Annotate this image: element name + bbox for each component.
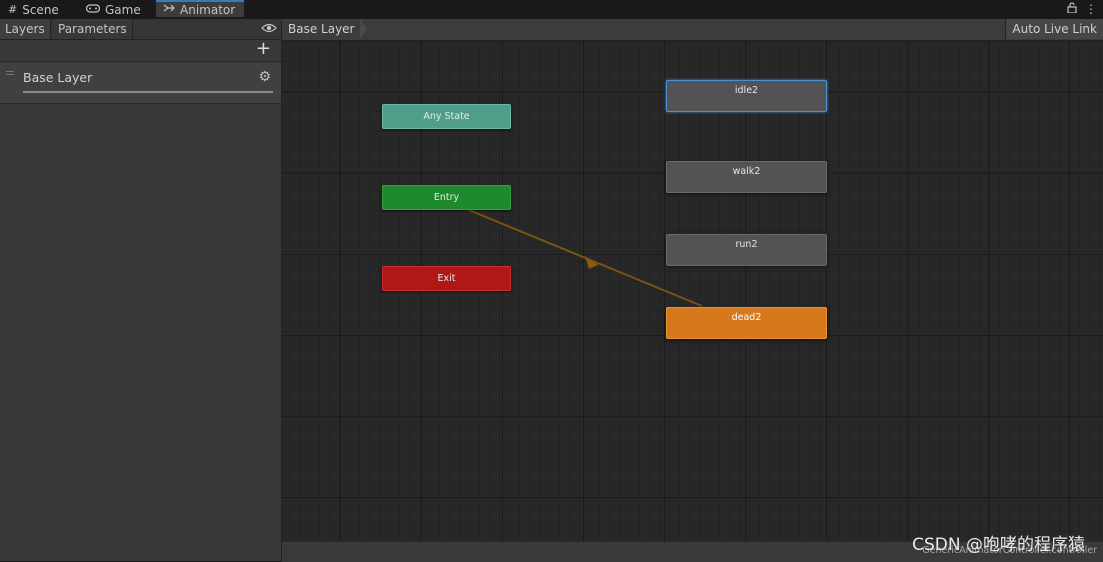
state-walk2[interactable]: walk2 xyxy=(666,161,827,193)
grid-icon: # xyxy=(8,3,18,16)
state-idle2[interactable]: idle2 xyxy=(666,80,827,112)
tab-game-label: Game xyxy=(105,2,141,17)
gear-icon[interactable]: ⚙ xyxy=(258,69,271,85)
eye-icon[interactable] xyxy=(261,22,277,36)
add-layer-button[interactable]: + xyxy=(256,39,271,59)
window-tools: ⋮ xyxy=(1067,2,1097,16)
exit-node[interactable]: Exit xyxy=(382,266,511,291)
tab-layers[interactable]: Layers xyxy=(0,19,51,39)
tab-game[interactable]: Game xyxy=(85,0,141,19)
lock-icon[interactable] xyxy=(1067,2,1077,16)
animator-graph[interactable]: Any State Entry Exit idle2 walk2 run2 de… xyxy=(282,19,1103,561)
animator-icon xyxy=(163,3,175,16)
layer-name: Base Layer xyxy=(23,70,93,85)
tab-parameters[interactable]: Parameters xyxy=(53,19,133,39)
tab-scene-label: Scene xyxy=(22,2,59,17)
state-idle2-label: idle2 xyxy=(734,85,759,96)
drag-handle-icon[interactable] xyxy=(6,71,14,77)
any-state-node[interactable]: Any State xyxy=(382,104,511,129)
breadcrumb-base-layer[interactable]: Base Layer xyxy=(288,22,355,36)
gamepad-icon xyxy=(85,3,101,16)
panel-tabs: Layers Parameters xyxy=(0,19,281,40)
state-run2-label: run2 xyxy=(735,239,758,250)
layers-panel: Layers Parameters + Base Layer ⚙ xyxy=(0,19,282,561)
watermark: CSDN @咆哮的程序猿 xyxy=(912,535,1085,555)
window-tab-bar: # Scene Game Animator ⋮ xyxy=(0,0,1103,19)
entry-node[interactable]: Entry xyxy=(382,185,511,210)
layer-item-base[interactable]: Base Layer ⚙ xyxy=(0,63,281,104)
tab-animator[interactable]: Animator xyxy=(156,0,244,17)
breadcrumb: Base Layer Auto Live Link xyxy=(282,19,1103,41)
auto-live-link-button[interactable]: Auto Live Link xyxy=(1005,19,1103,39)
tab-scene[interactable]: # Scene xyxy=(8,0,59,19)
state-dead2-label: dead2 xyxy=(731,312,762,323)
state-dead2[interactable]: dead2 xyxy=(666,307,827,339)
tab-animator-label: Animator xyxy=(180,2,236,17)
more-menu-icon[interactable]: ⋮ xyxy=(1085,2,1097,16)
layers-toolbar: + xyxy=(0,39,281,62)
breadcrumb-arrow-icon xyxy=(360,19,367,39)
state-run2[interactable]: run2 xyxy=(666,234,827,266)
layer-weight-bar xyxy=(23,91,273,93)
state-walk2-label: walk2 xyxy=(732,166,761,177)
